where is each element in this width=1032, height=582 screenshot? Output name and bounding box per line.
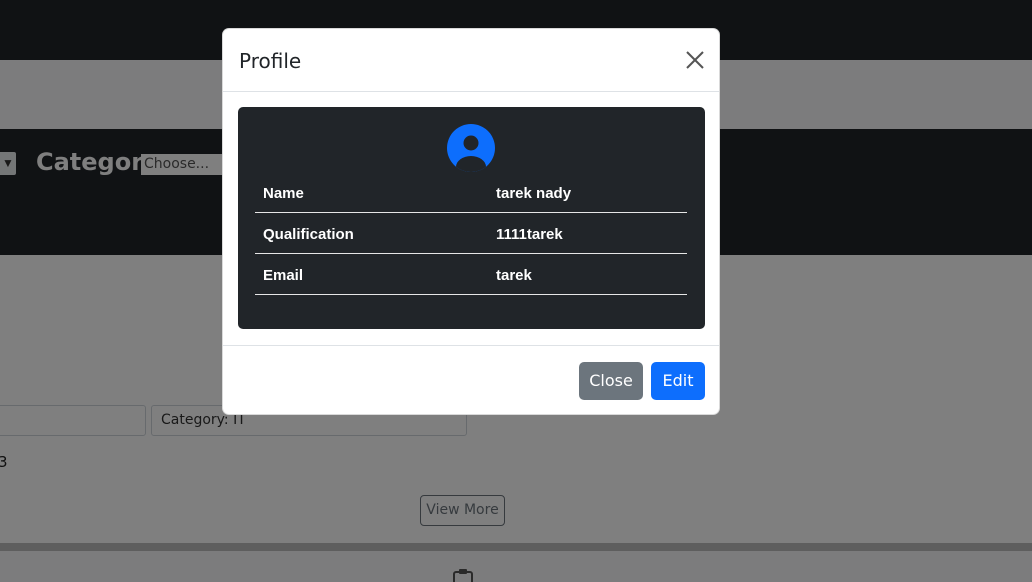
- edit-button[interactable]: Edit: [651, 362, 705, 400]
- close-icon[interactable]: [685, 50, 705, 70]
- modal-footer: Close Edit: [223, 345, 719, 414]
- profile-table: Name tarek nady Qualification 1111tarek …: [255, 172, 687, 295]
- profile-key: Name: [263, 185, 304, 202]
- profile-row-name: Name tarek nady: [255, 172, 687, 213]
- modal-body: Name tarek nady Qualification 1111tarek …: [223, 92, 719, 345]
- modal-title: Profile: [239, 49, 302, 73]
- profile-card: Name tarek nady Qualification 1111tarek …: [238, 107, 705, 329]
- profile-value: 1111tarek: [496, 226, 563, 243]
- profile-value: tarek nady: [496, 185, 572, 202]
- profile-key: Email: [263, 267, 304, 284]
- profile-row-qualification: Qualification 1111tarek: [255, 213, 687, 254]
- profile-key: Qualification: [263, 226, 354, 243]
- person-circle-icon: [447, 124, 495, 172]
- modal-header: Profile: [223, 29, 719, 92]
- profile-row-email: Email tarek: [255, 254, 687, 295]
- close-button[interactable]: Close: [579, 362, 643, 400]
- profile-modal: Profile Name tarek nady Qualification 11…: [222, 28, 720, 415]
- profile-value: tarek: [496, 267, 532, 284]
